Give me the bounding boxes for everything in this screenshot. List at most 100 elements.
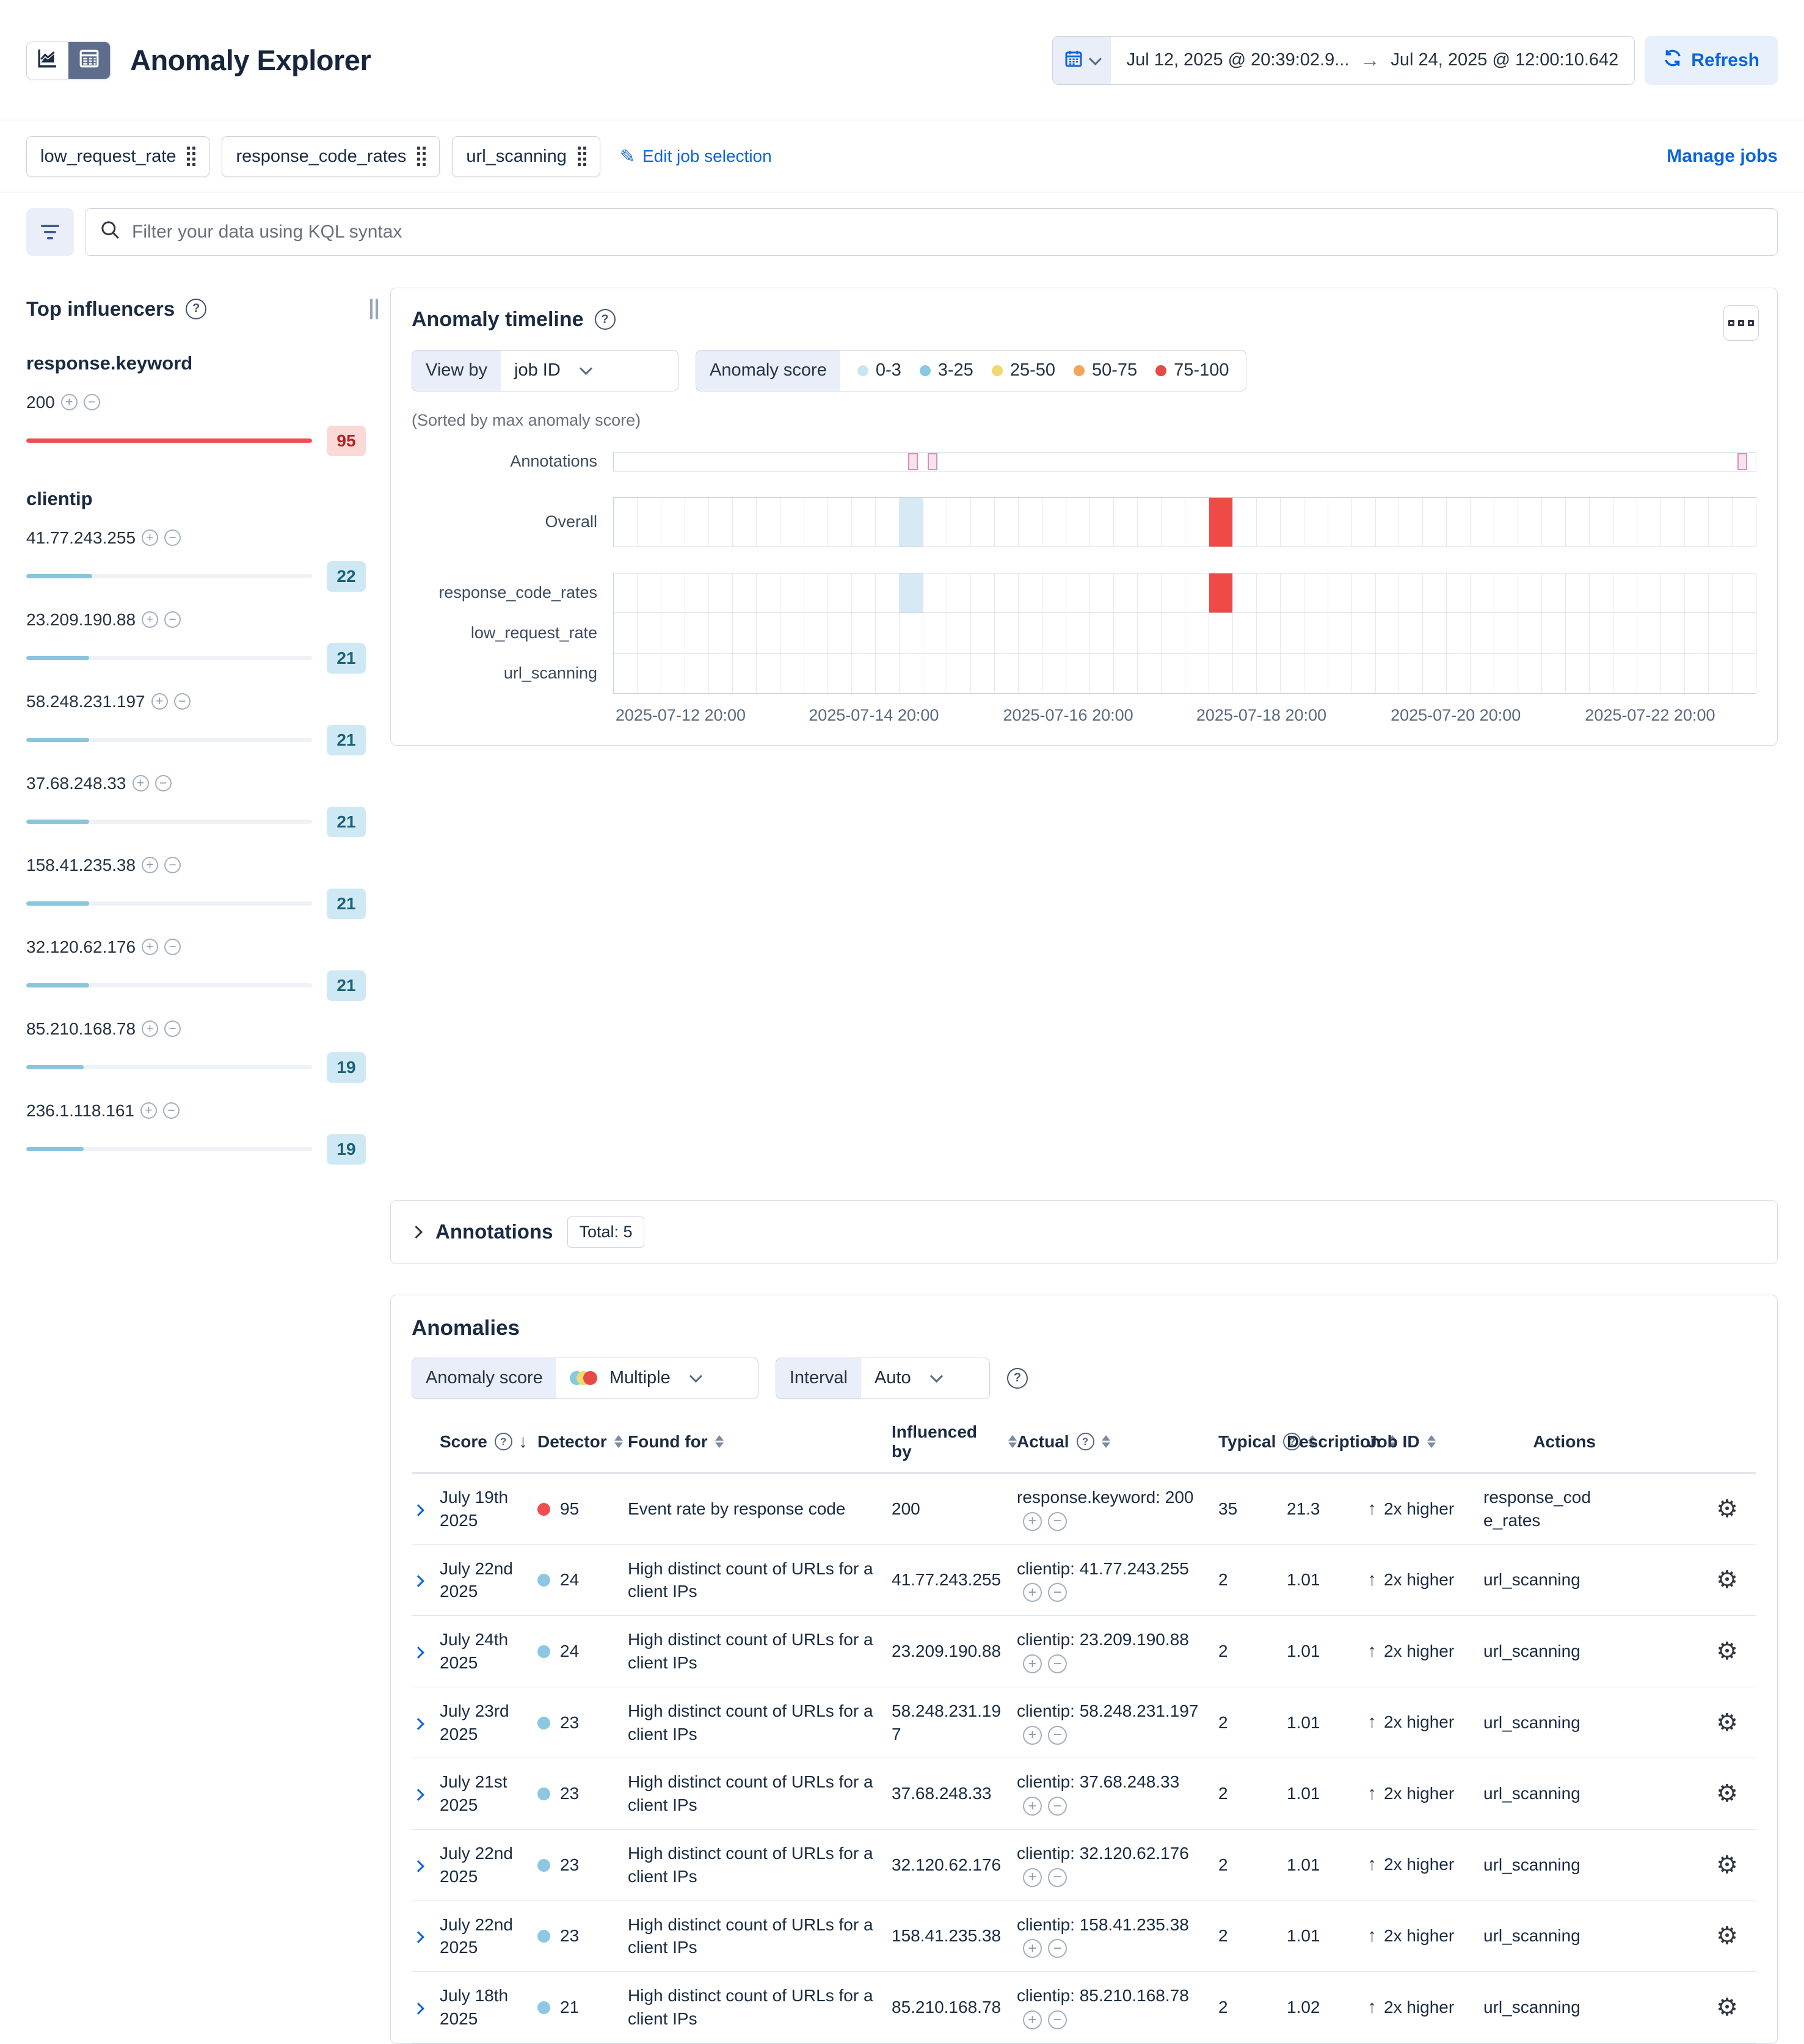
swimlane-cell[interactable]	[685, 498, 709, 547]
add-filter-icon[interactable]: +	[142, 1020, 158, 1037]
swimlane-cell[interactable]	[638, 573, 661, 613]
swimlane-cell[interactable]	[1447, 613, 1471, 653]
swimlane-cell[interactable]	[1162, 573, 1185, 613]
swimlane-cell[interactable]	[1352, 573, 1376, 613]
swimlane-cell[interactable]	[900, 613, 923, 653]
swimlane-cell[interactable]	[1066, 613, 1090, 653]
column-header-job-id[interactable]: Job ID	[1367, 1432, 1483, 1452]
swimlane-cell[interactable]	[1019, 498, 1042, 547]
swimlane-cell[interactable]	[757, 573, 780, 613]
swimlane-cell[interactable]	[1328, 498, 1352, 547]
timeline-actions-button[interactable]	[1723, 305, 1759, 341]
swimlane-cell[interactable]	[1209, 573, 1233, 613]
swimlane-cell[interactable]	[757, 653, 780, 693]
swimlane-cell[interactable]	[1281, 573, 1304, 613]
swimlane-cell[interactable]	[876, 498, 900, 547]
swimlane-cell[interactable]	[971, 498, 995, 547]
swimlane-cell[interactable]	[733, 613, 757, 653]
swimlane-cell[interactable]	[1304, 653, 1328, 693]
swimlane-cell[interactable]	[1066, 653, 1090, 693]
swimlane-cell[interactable]	[852, 498, 876, 547]
swimlane-cell[interactable]	[1661, 573, 1685, 613]
date-picker-menu-button[interactable]	[1053, 37, 1111, 84]
chevron-right-icon[interactable]	[410, 1226, 423, 1238]
swimlane-cell[interactable]	[923, 653, 947, 693]
swimlane-cell[interactable]	[1399, 573, 1423, 613]
swimlane-cell[interactable]	[1019, 653, 1042, 693]
swimlane-cell[interactable]	[1066, 498, 1090, 547]
annotation-marker[interactable]	[1737, 453, 1747, 470]
remove-filter-icon[interactable]: −	[163, 1102, 180, 1119]
add-filter-icon[interactable]: +	[1023, 1868, 1042, 1887]
add-filter-icon[interactable]: +	[1023, 1939, 1042, 1958]
swimlane-cell[interactable]	[1685, 498, 1709, 547]
swimlane-cell[interactable]	[1590, 613, 1613, 653]
swimlane-cell[interactable]	[709, 613, 733, 653]
swimlane-cell[interactable]	[1304, 498, 1328, 547]
swimlane-cell[interactable]	[828, 573, 852, 613]
kql-filter-input[interactable]	[131, 221, 1762, 243]
swimlane-cell[interactable]	[1637, 613, 1661, 653]
swimlane-cell[interactable]	[1304, 573, 1328, 613]
swimlane-cell[interactable]	[923, 613, 947, 653]
swimlane-cell[interactable]	[828, 653, 852, 693]
column-header-typical[interactable]: Typical?	[1218, 1432, 1287, 1452]
swimlane-cell[interactable]	[900, 498, 923, 547]
swimlane-cell[interactable]	[900, 653, 923, 693]
swimlane-cell[interactable]	[1042, 613, 1066, 653]
gear-icon[interactable]: ⚙	[1716, 1852, 1738, 1879]
column-header-actual[interactable]: Actual?	[1017, 1432, 1218, 1452]
swimlane-cell[interactable]	[709, 498, 733, 547]
swimlane-cell[interactable]	[780, 498, 804, 547]
swimlane-cell[interactable]	[1352, 613, 1376, 653]
swimlane-cell[interactable]	[923, 498, 947, 547]
remove-filter-icon[interactable]: −	[1048, 1583, 1067, 1602]
add-filter-icon[interactable]: +	[142, 939, 158, 955]
filter-options-button[interactable]	[26, 208, 74, 256]
swimlane-cell[interactable]	[947, 498, 971, 547]
swimlane-cell[interactable]	[971, 613, 995, 653]
annotations-section-title[interactable]: Annotations	[435, 1220, 553, 1243]
remove-filter-icon[interactable]: −	[164, 1020, 181, 1037]
swimlane-cell[interactable]	[1352, 498, 1376, 547]
swimlane-cell[interactable]	[995, 613, 1019, 653]
remove-filter-icon[interactable]: −	[164, 529, 181, 546]
swimlane-cell[interactable]	[1494, 653, 1518, 693]
swimlane-cell[interactable]	[1733, 653, 1756, 693]
add-filter-icon[interactable]: +	[142, 611, 158, 628]
add-filter-icon[interactable]: +	[140, 1102, 157, 1119]
swimlane-cell[interactable]	[1066, 573, 1090, 613]
swimlane-cell[interactable]	[1685, 573, 1709, 613]
swimlane-cell[interactable]	[995, 498, 1019, 547]
swimlane-cell[interactable]	[733, 653, 757, 693]
swimlane-cell[interactable]	[804, 613, 828, 653]
swimlane-cell[interactable]	[1304, 613, 1328, 653]
swimlane-cell[interactable]	[1399, 653, 1423, 693]
swimlane-cell[interactable]	[828, 613, 852, 653]
swimlane-cell[interactable]	[1209, 653, 1233, 693]
swimlane-cell[interactable]	[709, 573, 733, 613]
swimlane-cell[interactable]	[1518, 653, 1542, 693]
swimlane-cell[interactable]	[1138, 573, 1162, 613]
annotation-marker[interactable]	[928, 453, 937, 470]
swimlane-cell[interactable]	[1042, 653, 1066, 693]
swimlane-cell[interactable]	[1542, 498, 1566, 547]
view-by-select[interactable]: View by job ID	[412, 350, 678, 391]
job-badge[interactable]: low_request_rate	[26, 136, 209, 177]
severity-threshold-select[interactable]: Anomaly score Multiple	[412, 1358, 758, 1399]
add-filter-icon[interactable]: +	[142, 529, 158, 546]
remove-filter-icon[interactable]: −	[84, 394, 100, 410]
remove-filter-icon[interactable]: −	[1048, 1654, 1067, 1673]
job-badge[interactable]: response_code_rates	[222, 136, 440, 177]
swimlane-cell[interactable]	[1471, 573, 1494, 613]
drag-handle-icon[interactable]	[578, 147, 586, 166]
swimlane-cell[interactable]	[757, 613, 780, 653]
swimlane-cell[interactable]	[1376, 653, 1400, 693]
swimlane-cell[interactable]	[1518, 613, 1542, 653]
swimlane-cell[interactable]	[1566, 653, 1590, 693]
swimlane-cell[interactable]	[1542, 653, 1566, 693]
add-filter-icon[interactable]: +	[1023, 1654, 1042, 1673]
swimlane-cell[interactable]	[1138, 653, 1162, 693]
swimlane-cell[interactable]	[1733, 498, 1756, 547]
swimlane-cell[interactable]	[1328, 573, 1352, 613]
